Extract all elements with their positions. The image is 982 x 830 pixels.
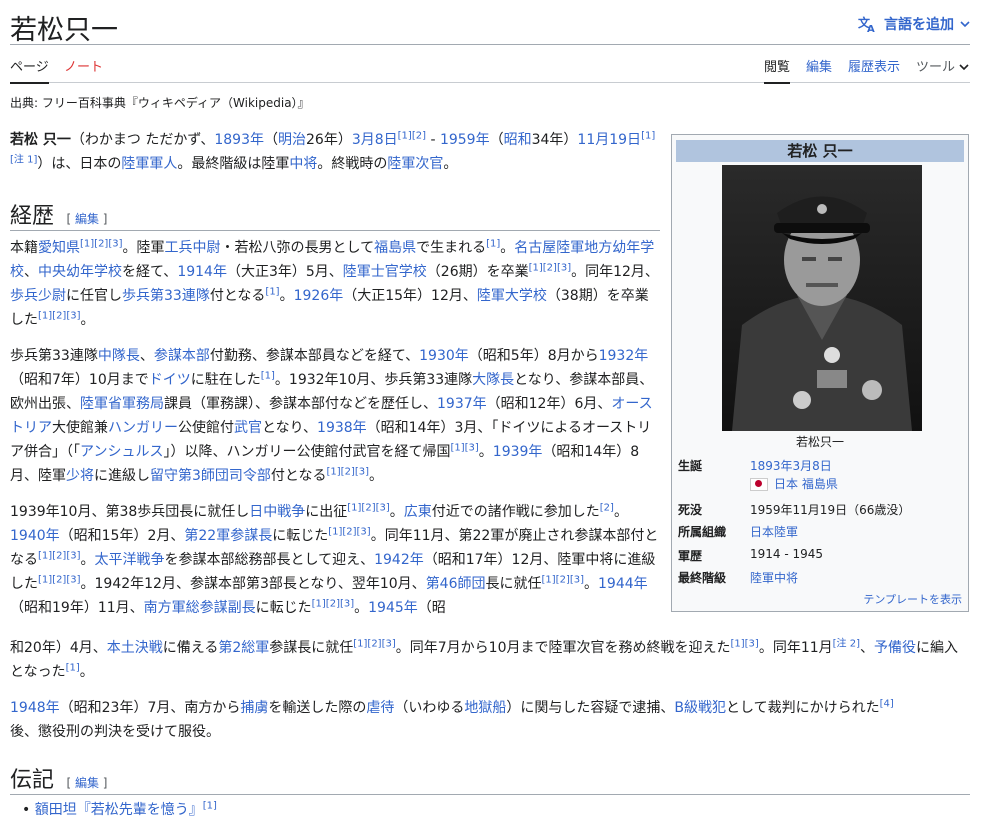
biography-list: • 額田坦『若松先輩を憶う』[1] [10,798,970,822]
infobox-title: 若松 只一 [676,140,964,162]
tab-talk[interactable]: ノート [64,56,103,82]
article-body: 若松 只一（わかまつ ただかず、1893年（明治26年）3月8日[1][2] -… [10,128,660,176]
section-edit-link[interactable]: [ 編集 ] [66,776,107,790]
chevron-down-icon [960,20,970,28]
translate-icon: 文A [858,15,878,33]
section-heading-career: 経歴 [ 編集 ] [10,198,660,231]
tab-tools[interactable]: ツール [916,56,969,82]
tab-read[interactable]: 閲覧 [764,56,791,84]
tab-bar: ページ ノート 閲覧 編集 履歴表示 ツール [10,52,970,84]
chevron-down-icon [959,64,969,71]
biography-link[interactable]: 額田坦『若松先輩を憶う』 [35,802,203,818]
photo-caption: 若松只一 [795,435,844,449]
list-item: • 額田坦『若松先輩を憶う』[1] [22,800,217,818]
lead-paragraph: 若松 只一（わかまつ ただかず、1893年（明治26年）3月8日[1][2] -… [10,130,656,172]
portrait-photo [722,165,922,431]
section-edit-link[interactable]: [ 編集 ] [66,212,107,226]
section-heading-biography: 伝記 [ 編集 ] [10,762,970,795]
japan-flag-icon [750,478,768,491]
source-note: 出典: フリー百科事典『ウィキペディア（Wikipedia）』 [10,96,310,110]
page-title: 若松只一 [10,15,118,46]
infobox: 若松 只一 若松只一 生誕 1893年3月8日 日本 福島県 死没 1959年1… [671,134,969,612]
career-text: 本籍愛知県[1][2][3]。陸軍工兵中尉・若松八弥の長男として福島県で生まれる… [10,238,659,616]
tab-edit[interactable]: 編集 [806,56,832,82]
tab-history[interactable]: 履歴表示 [848,56,900,82]
career-text-continued: 和20年）4月、本土決戦に備える第2総軍参謀長に就任[1][2][3]。同年7月… [10,638,958,740]
show-template-link[interactable]: テンプレートを表示 [863,591,962,607]
title-bar: 若松只一 文A 言語を追加 [10,6,970,46]
tab-page[interactable]: ページ [10,56,49,84]
add-language-button[interactable]: 文A 言語を追加 [858,14,970,34]
svg-text:A: A [867,24,875,33]
add-language-label: 言語を追加 [884,17,954,33]
